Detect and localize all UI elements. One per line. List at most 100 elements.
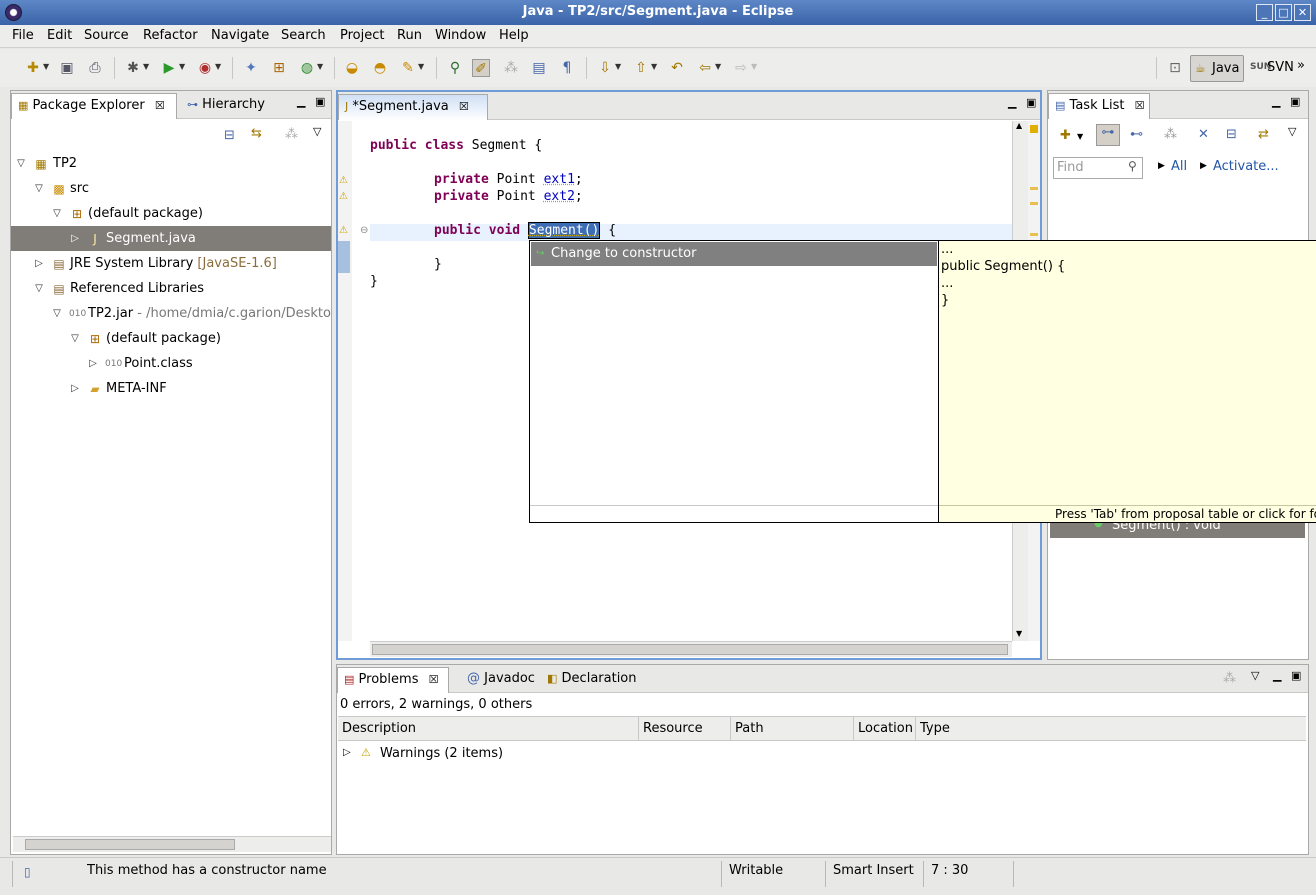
tab-segment-java[interactable]: J *Segment.java ☒ — [338, 94, 488, 120]
tab-hierarchy[interactable]: ⊶ Hierarchy — [181, 93, 277, 119]
previous-annotation-icon[interactable]: ⇧ — [632, 59, 650, 77]
fast-view-icon[interactable]: ▯ — [24, 865, 31, 879]
close-icon[interactable]: ☒ — [155, 99, 165, 112]
menu-window[interactable]: Window — [435, 28, 486, 43]
filters-icon[interactable]: ⁂ — [285, 127, 298, 142]
new-icon[interactable]: ✚ — [24, 59, 42, 77]
block-selection-icon[interactable]: ⁂ — [502, 59, 520, 77]
overview-status-marker[interactable] — [1030, 125, 1038, 133]
maximize-view-icon[interactable]: ▣ — [1290, 95, 1300, 108]
minimize-button[interactable]: _ — [1256, 4, 1273, 21]
expand-icon[interactable]: ▽ — [51, 301, 63, 326]
column-resource[interactable]: Resource — [639, 717, 731, 741]
column-location[interactable]: Location — [854, 717, 916, 741]
warning-marker-icon[interactable]: ⚠ — [339, 175, 348, 186]
maximize-view-icon[interactable]: ▣ — [315, 95, 325, 108]
more-perspectives-button[interactable]: » — [1297, 58, 1305, 73]
tab-javadoc[interactable]: @ Javadoc — [461, 667, 539, 693]
tab-problems[interactable]: ▤ Problems ☒ — [337, 667, 449, 693]
code-line-2[interactable]: private Point ext1; — [434, 172, 583, 187]
proposal-change-to-constructor[interactable]: ↪ Change to constructor — [531, 242, 937, 266]
next-annotation-icon[interactable]: ⇩ — [596, 59, 614, 77]
categorized-icon[interactable]: ⊶ — [1096, 124, 1120, 146]
tree-item-default-package[interactable]: ▽ ⊞ (default package) — [11, 201, 331, 226]
activate-link[interactable]: Activate... — [1213, 159, 1279, 174]
menu-refactor[interactable]: Refactor — [143, 28, 198, 43]
new-dropdown-icon[interactable]: ▼ — [43, 62, 49, 71]
expand-icon[interactable]: ▽ — [69, 326, 81, 351]
java-perspective-button[interactable]: ☕ Java — [1190, 55, 1244, 82]
tab-task-list[interactable]: ▤ Task List ☒ — [1048, 93, 1150, 119]
overview-warning-marker[interactable] — [1030, 233, 1038, 236]
scrollbar-thumb[interactable] — [25, 839, 235, 850]
expand-icon[interactable]: ▽ — [33, 176, 45, 201]
collapse-icon[interactable]: ▷ — [69, 226, 81, 251]
all-link[interactable]: All — [1171, 159, 1187, 174]
info-footer[interactable]: Press 'Tab' from proposal table or click… — [939, 505, 1316, 522]
fold-collapse-icon[interactable]: ⊖ — [360, 225, 368, 236]
forward-icon[interactable]: ⇨ — [732, 59, 750, 77]
tree-item-src[interactable]: ▽ ▩ src — [11, 176, 331, 201]
debug-icon[interactable]: ✱ — [124, 59, 142, 77]
svn-perspective-button[interactable]: SUN SVN — [1250, 60, 1296, 80]
back-icon[interactable]: ⇦ — [696, 59, 714, 77]
open-perspective-icon[interactable]: ⊡ — [1166, 59, 1184, 77]
close-icon[interactable]: ☒ — [459, 100, 469, 113]
new-class-dropdown-icon[interactable]: ▼ — [317, 62, 323, 71]
external-tools-dropdown-icon[interactable]: ▼ — [215, 62, 221, 71]
overview-warning-marker[interactable] — [1030, 187, 1038, 190]
tree-item-jar-default-package[interactable]: ▽ ⊞ (default package) — [11, 326, 331, 351]
collapse-icon[interactable]: ▷ — [87, 351, 99, 376]
open-type-icon[interactable]: ◒ — [343, 59, 361, 77]
column-description[interactable]: Description — [338, 717, 639, 741]
menu-project[interactable]: Project — [340, 28, 384, 43]
debug-dropdown-icon[interactable]: ▼ — [143, 62, 149, 71]
minimize-view-icon[interactable]: ▁ — [1008, 96, 1016, 109]
menu-navigate[interactable]: Navigate — [211, 28, 269, 43]
open-resource-icon[interactable]: ◓ — [371, 59, 389, 77]
close-button[interactable]: ✕ — [1294, 4, 1311, 21]
selected-method-name[interactable]: Segment() — [527, 222, 601, 239]
scrollbar-thumb[interactable] — [372, 644, 1008, 655]
print-icon[interactable]: ⎙ — [86, 59, 104, 77]
horizontal-scrollbar[interactable] — [13, 836, 331, 852]
forward-dropdown-icon[interactable]: ▼ — [751, 62, 757, 71]
code-line-4[interactable]: public void Segment() { — [434, 222, 616, 239]
run-icon[interactable]: ▶ — [160, 59, 178, 77]
new-task-icon[interactable]: ✚ — [1060, 128, 1071, 143]
collapse-all-icon[interactable]: ⊟ — [1226, 127, 1237, 142]
code-line-6[interactable]: } — [370, 274, 378, 289]
code-line-5[interactable]: } — [434, 257, 442, 272]
filters-icon[interactable]: ⁂ — [1223, 671, 1236, 686]
new-package-icon[interactable]: ⊞ — [270, 59, 288, 77]
view-menu-icon[interactable]: ▽ — [313, 125, 321, 138]
minimize-view-icon[interactable]: ▁ — [297, 95, 305, 108]
tree-item-segment-java[interactable]: ▷ J Segment.java — [11, 226, 331, 251]
menu-file[interactable]: File — [12, 28, 34, 43]
synchronize-icon[interactable]: ⇄ — [1258, 127, 1269, 142]
collapse-all-icon[interactable]: ⊟ — [224, 128, 235, 143]
column-type[interactable]: Type — [916, 717, 1306, 741]
scroll-down-icon[interactable]: ▼ — [1016, 629, 1022, 638]
column-path[interactable]: Path — [731, 717, 854, 741]
view-menu-icon[interactable]: ▽ — [1251, 669, 1259, 682]
expand-icon[interactable]: ▽ — [15, 151, 27, 176]
close-icon[interactable]: ☒ — [1135, 99, 1145, 112]
collapse-icon[interactable]: ▷ — [343, 747, 351, 758]
warning-marker-icon[interactable]: ⚠ — [339, 191, 348, 202]
maximize-view-icon[interactable]: ▣ — [1026, 96, 1036, 109]
external-tools-icon[interactable]: ◉ — [196, 59, 214, 77]
run-dropdown-icon[interactable]: ▼ — [179, 62, 185, 71]
expand-icon[interactable]: ▽ — [51, 201, 63, 226]
search-icon[interactable]: ✎ — [399, 59, 417, 77]
previous-annotation-dropdown-icon[interactable]: ▼ — [651, 62, 657, 71]
quickfix-marker-icon[interactable]: ⚠ — [339, 225, 348, 236]
tree-item-point-class[interactable]: ▷ 010 Point.class — [11, 351, 331, 376]
tree-item-referenced-libraries[interactable]: ▽ ▤ Referenced Libraries — [11, 276, 331, 301]
view-menu-icon[interactable]: ▽ — [1288, 125, 1296, 138]
menu-run[interactable]: Run — [397, 28, 422, 43]
tab-package-explorer[interactable]: ▦ Package Explorer ☒ — [11, 93, 177, 119]
menu-edit[interactable]: Edit — [47, 28, 72, 43]
code-line-1[interactable]: public class Segment { — [370, 138, 542, 153]
find-input[interactable]: Find ⚲ — [1053, 157, 1143, 179]
